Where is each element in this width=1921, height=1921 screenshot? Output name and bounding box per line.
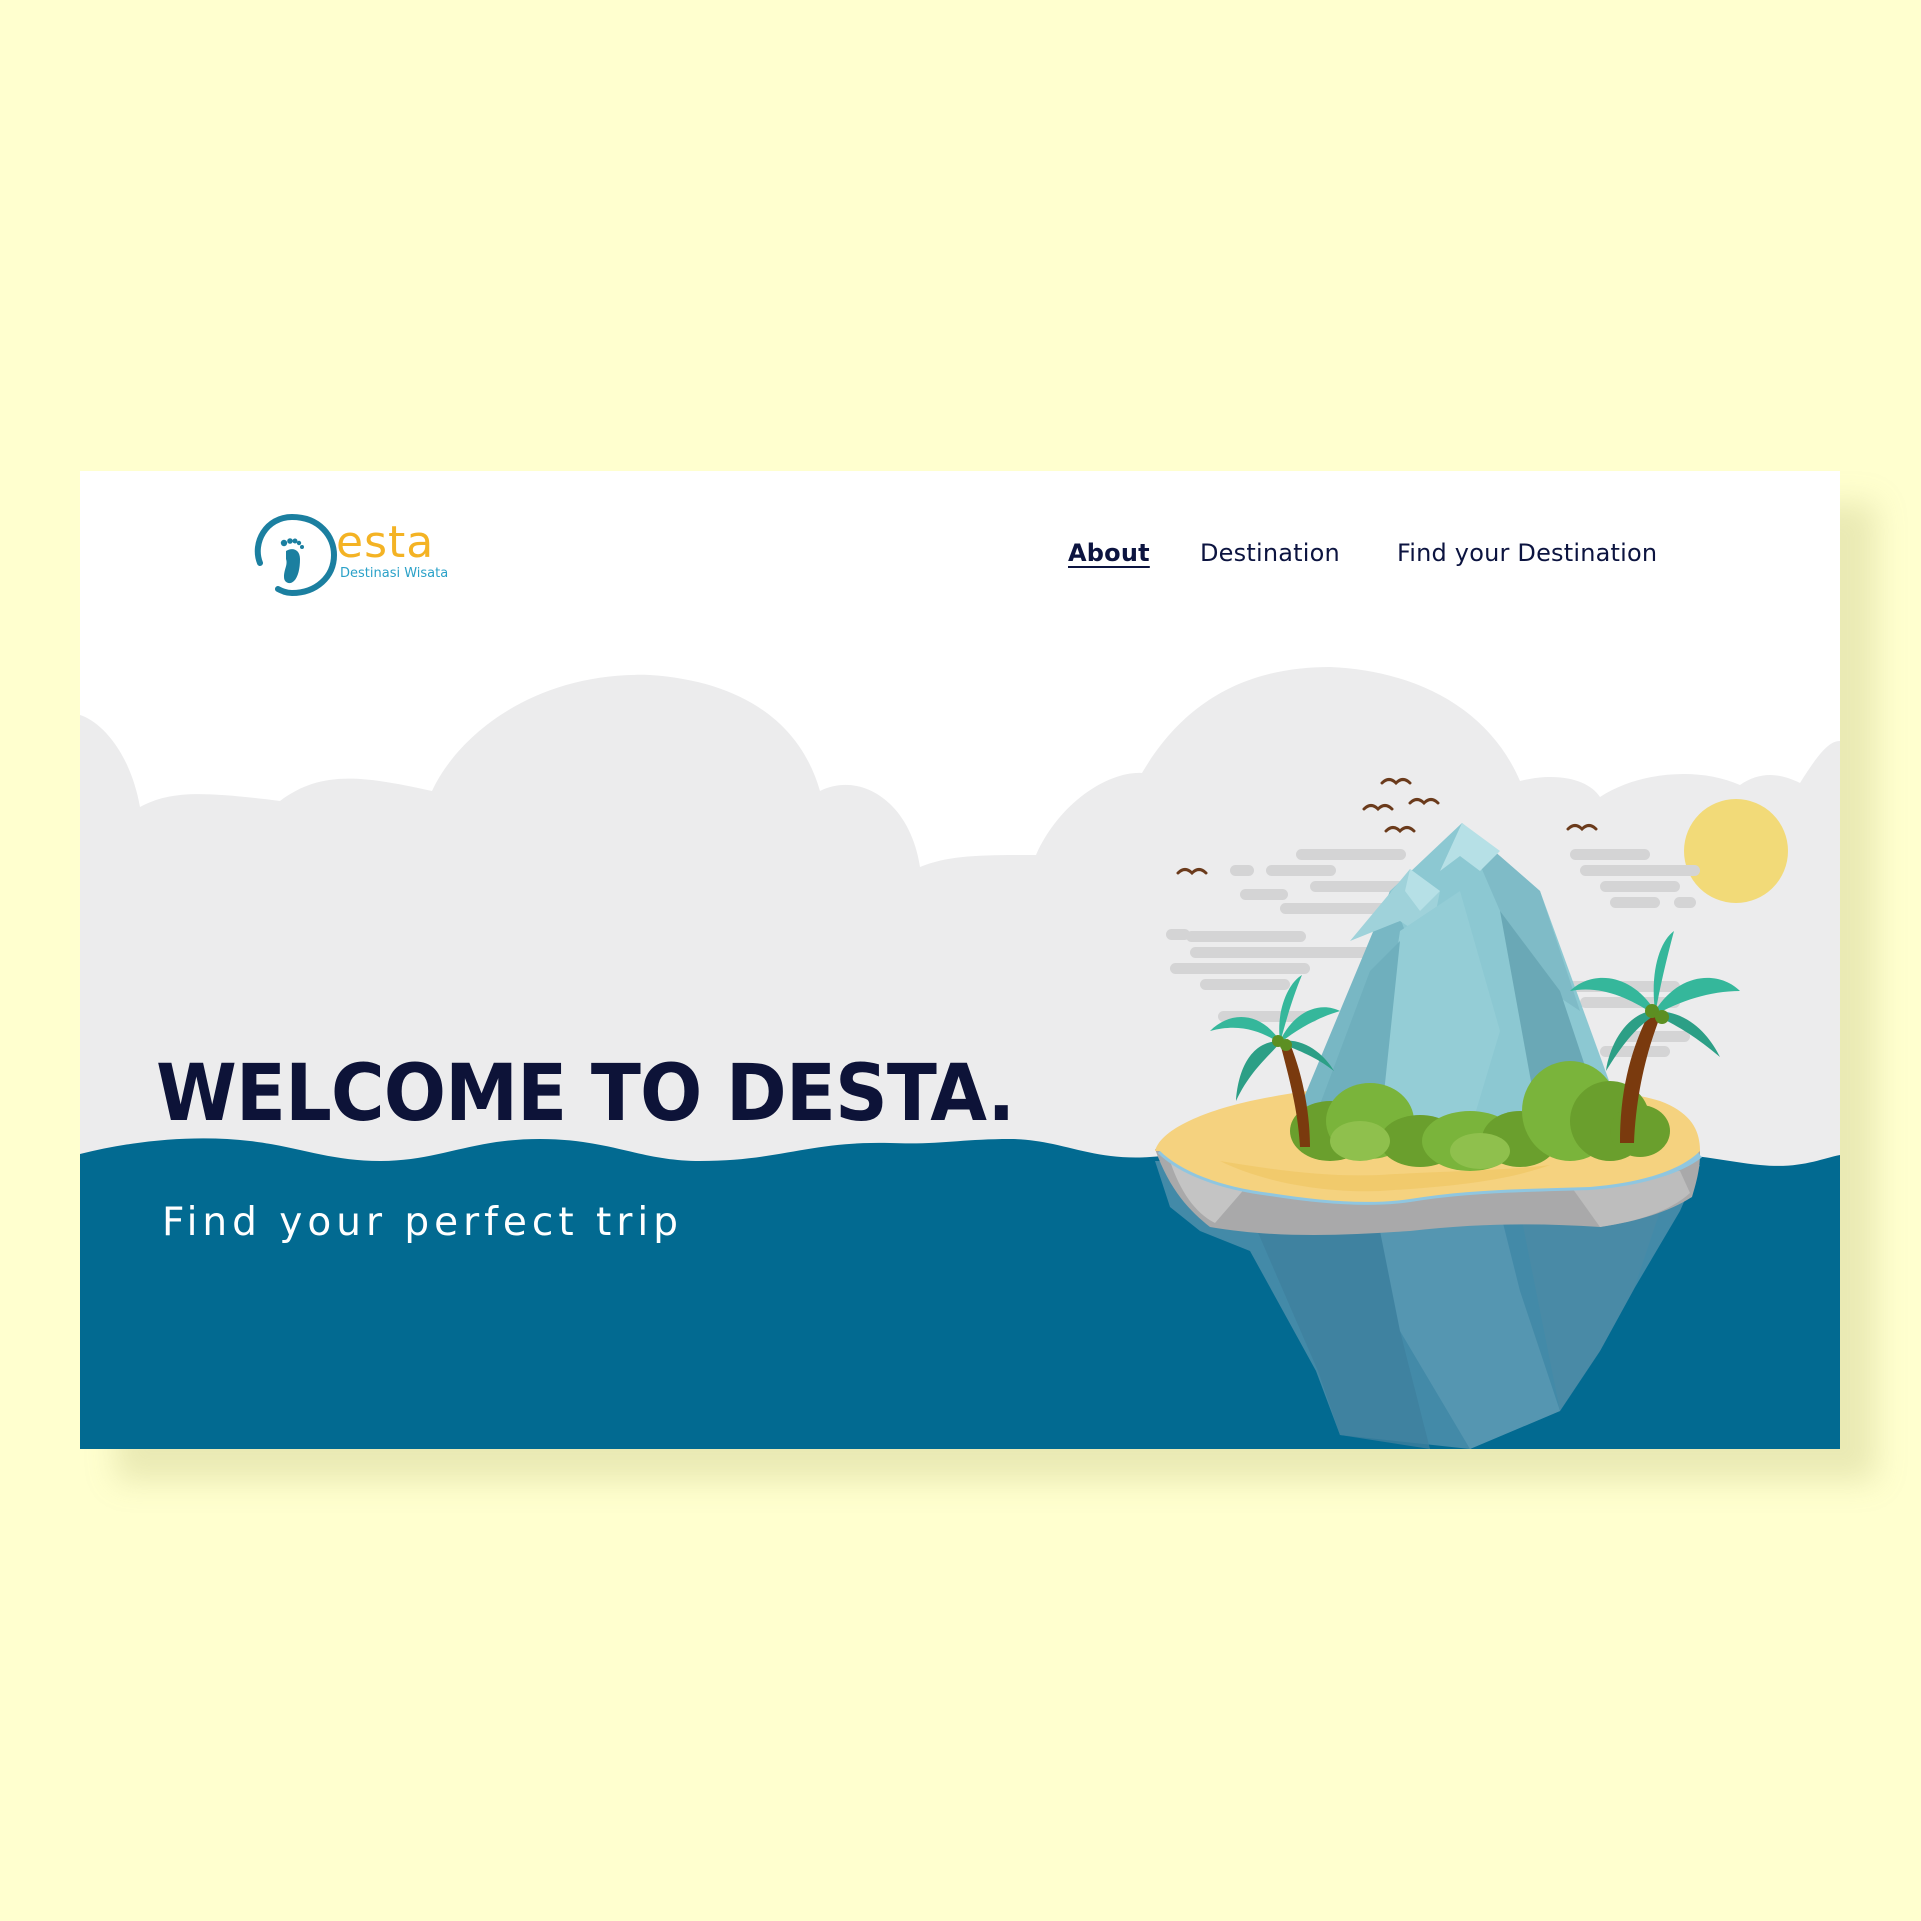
nav-link-find-your-destination[interactable]: Find your Destination (1397, 539, 1657, 567)
site-header: esta Destinasi Wisata About Destination … (80, 471, 1840, 641)
nav-link-about[interactable]: About (1068, 539, 1150, 567)
hero-subtitle: Find your perfect trip (162, 1200, 683, 1245)
hero-title: WELCOME TO DESTA. (156, 1049, 1015, 1139)
main-navigation: About Destination Find your Destination (80, 539, 1840, 579)
nav-link-destination[interactable]: Destination (1200, 539, 1340, 567)
sun-icon (1684, 799, 1788, 903)
landing-page-card: esta Destinasi Wisata About Destination … (80, 471, 1840, 1449)
